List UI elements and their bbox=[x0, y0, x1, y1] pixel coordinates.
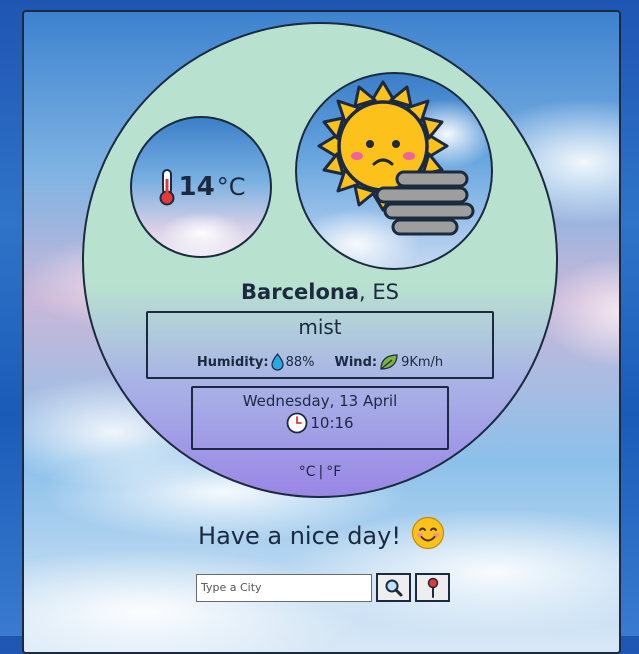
current-location-button[interactable] bbox=[415, 573, 450, 602]
humidity-label: Humidity: bbox=[196, 354, 269, 370]
weather-description: mist bbox=[298, 315, 342, 339]
country-code: , ES bbox=[359, 280, 399, 304]
weather-stats: Humidity: 88% Wind: 9Km/h bbox=[148, 353, 492, 371]
temperature-display: 14 °C bbox=[157, 168, 246, 206]
humidity-stat: Humidity: 88% bbox=[197, 353, 315, 371]
city-name: Barcelona bbox=[241, 280, 360, 304]
smile-emoji-icon bbox=[411, 516, 445, 556]
temperature-bubble: 14 °C bbox=[130, 116, 272, 258]
city-search-input[interactable] bbox=[196, 573, 372, 602]
date-time-box: Wednesday, 13 April 10:16 bbox=[191, 386, 449, 450]
conditions-box: mist Humidity: 88% Wind: 9Km/h bbox=[146, 311, 494, 379]
wind-label: Wind: bbox=[334, 354, 378, 370]
water-drop-icon bbox=[271, 353, 284, 371]
current-time: 10:16 bbox=[310, 414, 354, 432]
leaf-icon bbox=[380, 354, 398, 370]
current-date: Wednesday, 13 April bbox=[242, 392, 398, 410]
unit-separator: | bbox=[318, 464, 324, 480]
thermometer-icon bbox=[159, 169, 175, 206]
weather-app: 14 °C Barcelona, ES mist Humidity: 88% W… bbox=[22, 10, 621, 654]
magnifier-icon bbox=[385, 579, 402, 596]
wind-value: 9Km/h bbox=[401, 354, 444, 370]
celsius-link[interactable]: °C bbox=[299, 464, 316, 480]
greeting-text: Have a nice day! bbox=[198, 522, 401, 550]
city-heading: Barcelona, ES bbox=[82, 280, 558, 304]
search-button[interactable] bbox=[376, 573, 411, 602]
sun-mist-icon bbox=[317, 80, 475, 236]
fahrenheit-link[interactable]: °F bbox=[326, 464, 341, 480]
greeting: Have a nice day! bbox=[24, 516, 619, 556]
pin-icon bbox=[427, 577, 438, 598]
temperature-value: 14 bbox=[178, 172, 215, 202]
wind-stat: Wind: 9Km/h bbox=[334, 353, 444, 371]
weather-icon-bubble bbox=[295, 72, 493, 270]
unit-toggle: °C | °F bbox=[82, 464, 558, 480]
humidity-value: 88% bbox=[285, 354, 315, 370]
search-bar bbox=[196, 573, 450, 602]
clock-icon bbox=[286, 412, 308, 434]
temperature-unit: °C bbox=[216, 173, 246, 201]
time-row: 10:16 bbox=[193, 412, 447, 434]
